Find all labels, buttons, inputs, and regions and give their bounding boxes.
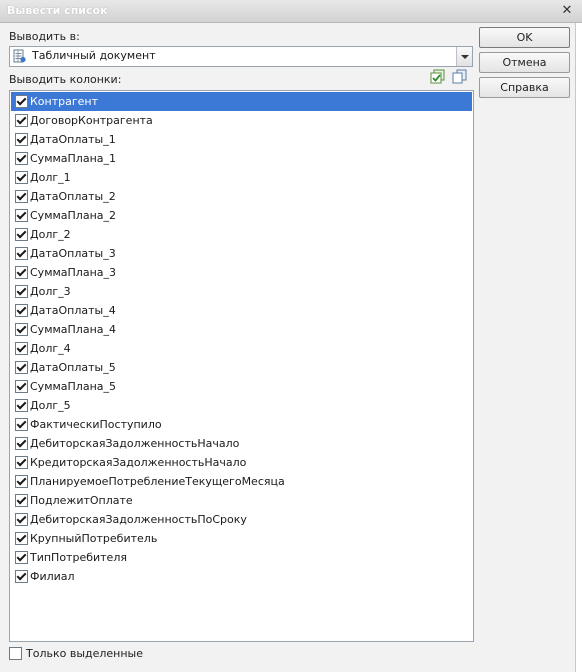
column-label: ТипПотребителя [30, 551, 127, 564]
column-checkbox[interactable] [15, 247, 28, 260]
column-label: КрупныйПотребитель [30, 532, 158, 545]
list-item[interactable]: КредиторскаяЗадолженностьНачало [11, 453, 472, 472]
column-label: Долг_2 [30, 228, 71, 241]
list-item[interactable]: КрупныйПотребитель [11, 529, 472, 548]
list-item[interactable]: ДатаОплаты_4 [11, 301, 472, 320]
list-item[interactable]: ДатаОплаты_2 [11, 187, 472, 206]
title-bar: Вывести список ✕ [0, 0, 582, 23]
column-label: СуммаПлана_5 [30, 380, 117, 393]
column-checkbox[interactable] [15, 437, 28, 450]
column-label: Долг_4 [30, 342, 71, 355]
list-item[interactable]: СуммаПлана_3 [11, 263, 472, 282]
output-label: Выводить в: [9, 30, 80, 43]
column-label: ПланируемоеПотреблениеТекущегоМесяца [30, 475, 285, 488]
chevron-down-icon[interactable] [456, 47, 472, 66]
column-checkbox[interactable] [15, 133, 28, 146]
column-label: ДатаОплаты_4 [30, 304, 116, 317]
list-item[interactable]: ТипПотребителя [11, 548, 472, 567]
column-label: ДатаОплаты_3 [30, 247, 116, 260]
column-checkbox[interactable] [15, 190, 28, 203]
column-label: Филиал [30, 570, 75, 583]
list-item[interactable]: ПодлежитОплате [11, 491, 472, 510]
list-item[interactable]: ДоговорКонтрагента [11, 111, 472, 130]
column-checkbox[interactable] [15, 209, 28, 222]
window-title: Вывести список [7, 4, 108, 17]
column-label: СуммаПлана_2 [30, 209, 117, 222]
list-item[interactable]: СуммаПлана_4 [11, 320, 472, 339]
list-item[interactable]: ДебиторскаяЗадолженностьНачало [11, 434, 472, 453]
column-checkbox[interactable] [15, 570, 28, 583]
list-item[interactable]: Долг_5 [11, 396, 472, 415]
column-label: ДебиторскаяЗадолженностьПоСроку [30, 513, 247, 526]
column-checkbox[interactable] [15, 266, 28, 279]
list-item[interactable]: СуммаПлана_2 [11, 206, 472, 225]
cancel-button[interactable]: Отмена [479, 52, 570, 73]
column-checkbox[interactable] [15, 171, 28, 184]
column-checkbox[interactable] [15, 228, 28, 241]
column-label: Долг_1 [30, 171, 71, 184]
list-item[interactable]: СуммаПлана_5 [11, 377, 472, 396]
column-checkbox[interactable] [15, 380, 28, 393]
column-label: ДатаОплаты_2 [30, 190, 116, 203]
column-checkbox[interactable] [15, 342, 28, 355]
column-label: Долг_5 [30, 399, 71, 412]
column-checkbox[interactable] [15, 95, 28, 108]
list-item[interactable]: Филиал [11, 567, 472, 586]
check-all-icon[interactable] [430, 69, 446, 85]
column-checkbox[interactable] [15, 323, 28, 336]
column-label: ДебиторскаяЗадолженностьНачало [30, 437, 240, 450]
column-label: ДатаОплаты_1 [30, 133, 116, 146]
list-item[interactable]: ДатаОплаты_1 [11, 130, 472, 149]
column-label: СуммаПлана_4 [30, 323, 117, 336]
column-checkbox[interactable] [15, 513, 28, 526]
column-label: ДоговорКонтрагента [30, 114, 153, 127]
column-checkbox[interactable] [15, 114, 28, 127]
column-checkbox[interactable] [15, 456, 28, 469]
column-label: ПодлежитОплате [30, 494, 133, 507]
column-checkbox[interactable] [15, 152, 28, 165]
ok-button[interactable]: OK [479, 27, 570, 48]
spreadsheet-doc-icon [13, 49, 26, 63]
column-checkbox[interactable] [15, 304, 28, 317]
column-label: Контрагент [30, 95, 99, 108]
uncheck-all-icon[interactable] [452, 69, 468, 85]
column-label: СуммаПлана_1 [30, 152, 117, 165]
column-label: КредиторскаяЗадолженностьНачало [30, 456, 247, 469]
column-checkbox[interactable] [15, 475, 28, 488]
list-item[interactable]: Долг_1 [11, 168, 472, 187]
column-label: СуммаПлана_3 [30, 266, 117, 279]
column-checkbox[interactable] [15, 532, 28, 545]
list-item[interactable]: Контрагент [11, 92, 472, 111]
output-target-value: Табличный документ [32, 49, 156, 62]
close-icon[interactable]: ✕ [559, 3, 575, 19]
columns-label: Выводить колонки: [9, 73, 122, 86]
column-checkbox[interactable] [15, 551, 28, 564]
list-item[interactable]: ПланируемоеПотреблениеТекущегоМесяца [11, 472, 472, 491]
list-item[interactable]: ДатаОплаты_5 [11, 358, 472, 377]
column-checkbox[interactable] [15, 418, 28, 431]
list-item[interactable]: Долг_3 [11, 282, 472, 301]
list-item[interactable]: Долг_4 [11, 339, 472, 358]
column-label: ФактическиПоступило [30, 418, 162, 431]
column-checkbox[interactable] [15, 494, 28, 507]
background-edge [576, 23, 582, 672]
only-selected-label: Только выделенные [26, 647, 144, 660]
column-label: ДатаОплаты_5 [30, 361, 116, 374]
column-label: Долг_3 [30, 285, 71, 298]
list-item[interactable]: ДебиторскаяЗадолженностьПоСроку [11, 510, 472, 529]
only-selected-checkbox[interactable] [9, 647, 22, 660]
output-target-select[interactable]: Табличный документ [9, 46, 473, 67]
column-checkbox[interactable] [15, 285, 28, 298]
column-checkbox[interactable] [15, 361, 28, 374]
columns-list[interactable]: Контрагент ДоговорКонтрагента ДатаОплаты_1… [9, 90, 474, 642]
list-item[interactable]: ДатаОплаты_3 [11, 244, 472, 263]
list-item[interactable]: Долг_2 [11, 225, 472, 244]
help-button[interactable]: Справка [479, 77, 570, 98]
list-item[interactable]: ФактическиПоступило [11, 415, 472, 434]
column-checkbox[interactable] [15, 399, 28, 412]
list-item[interactable]: СуммаПлана_1 [11, 149, 472, 168]
